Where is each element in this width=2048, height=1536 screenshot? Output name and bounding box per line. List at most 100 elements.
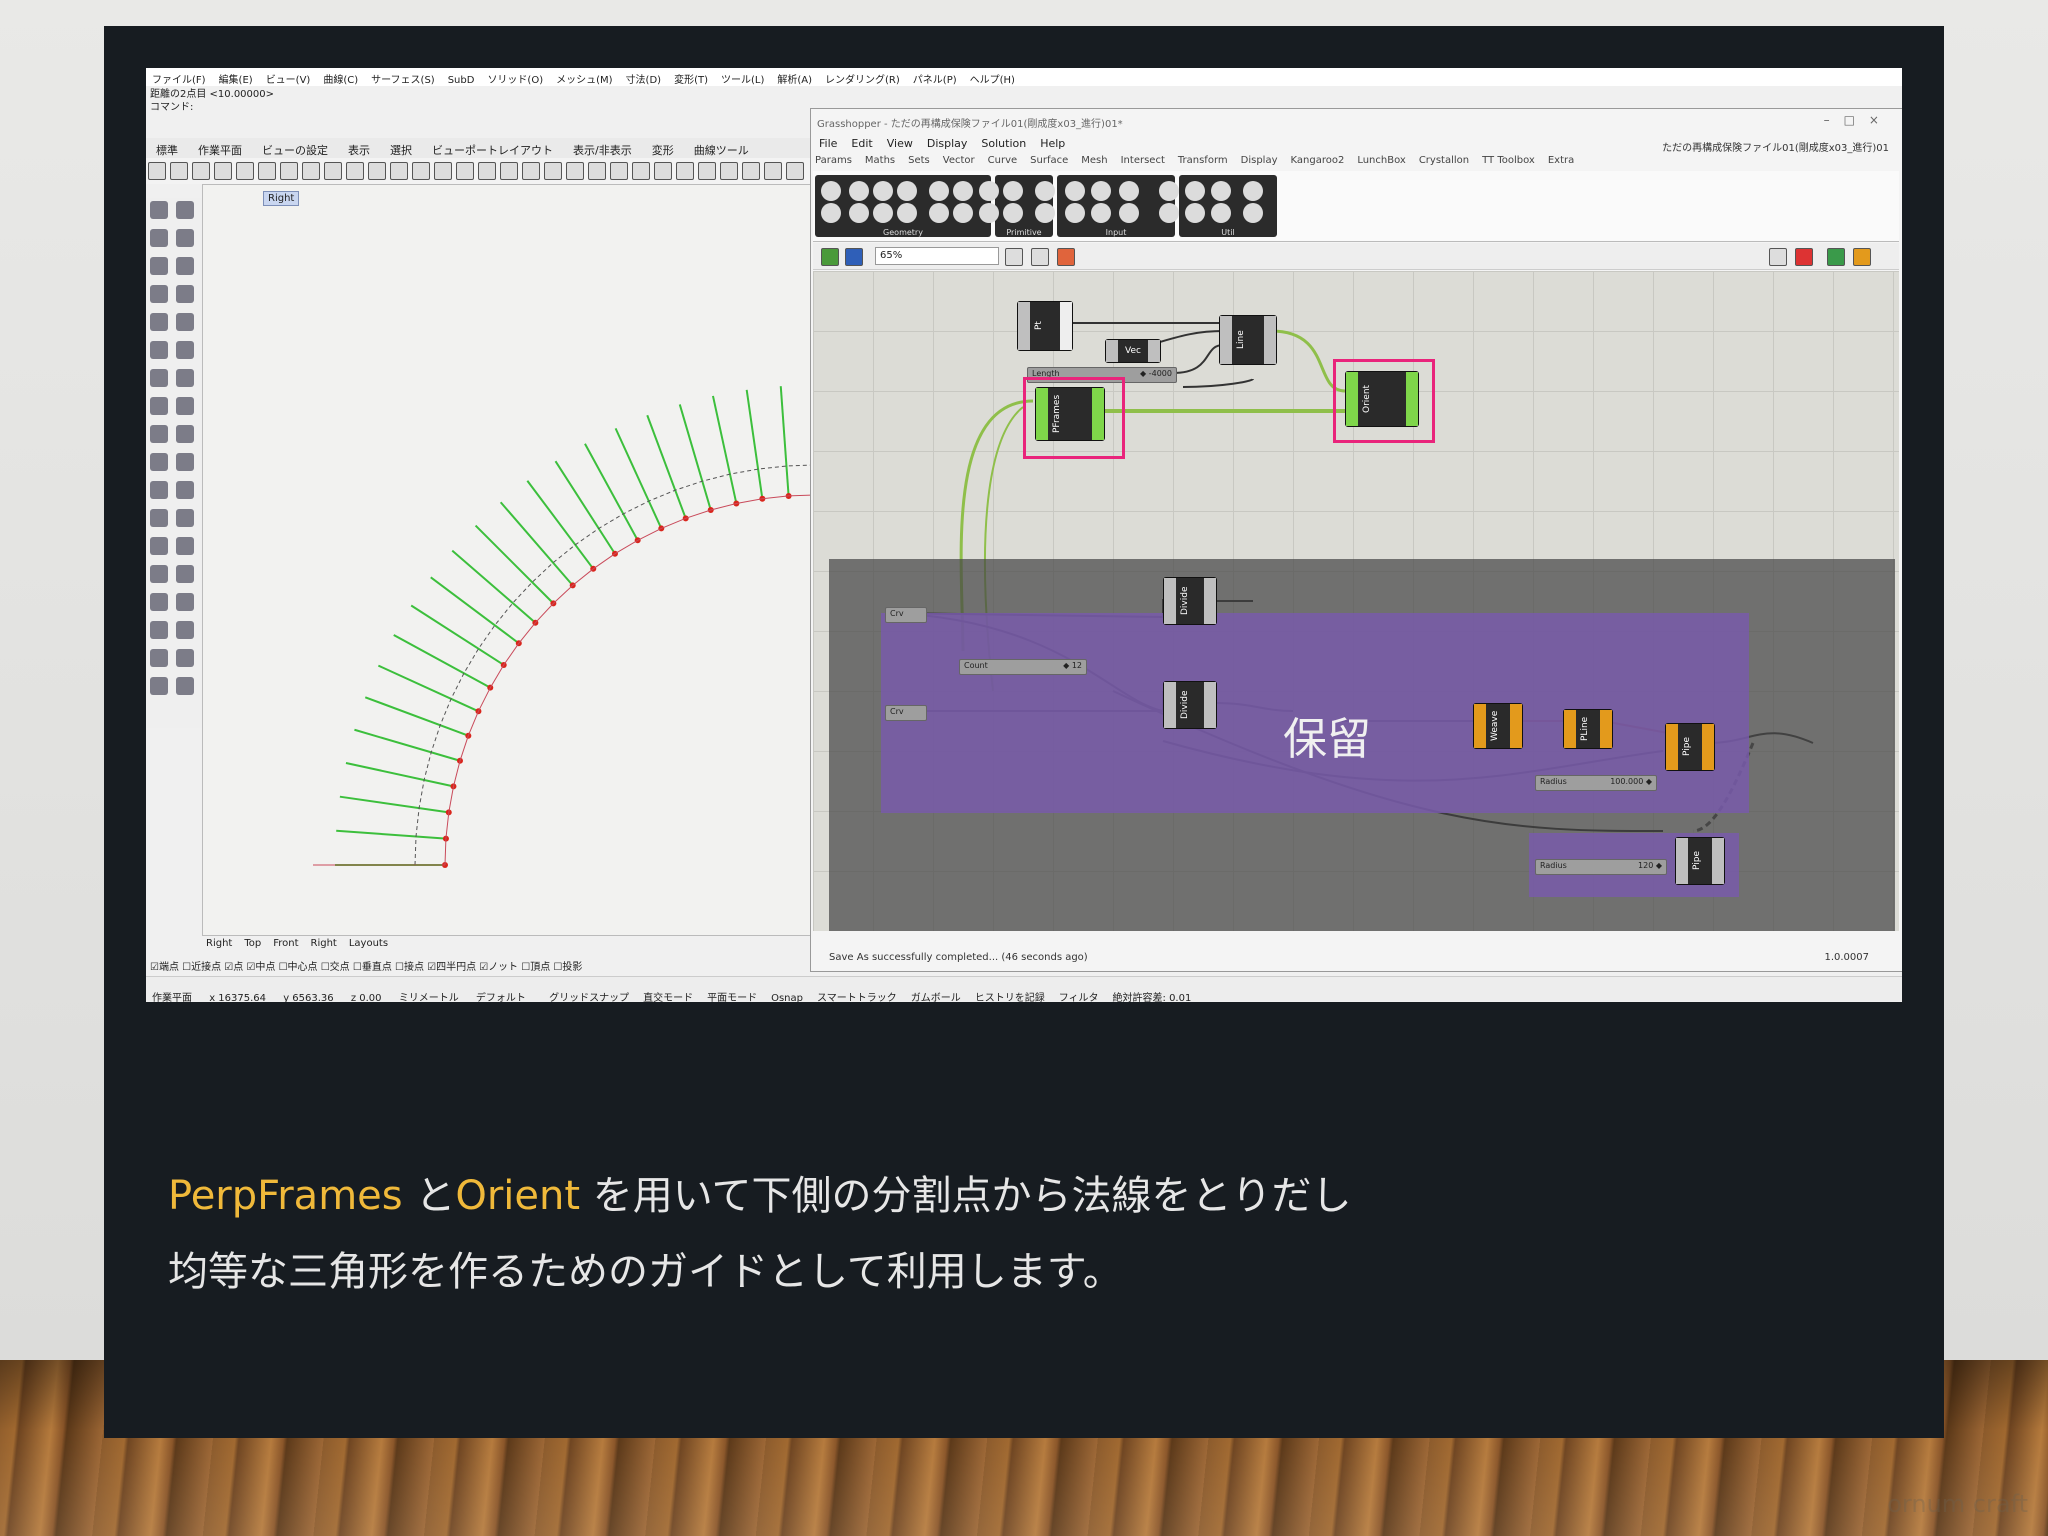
rhino-menu-item-3[interactable]: 曲線(C) — [323, 71, 358, 86]
sketch-icon[interactable] — [1005, 248, 1023, 266]
status-toggle-0[interactable]: グリッドスナップ — [549, 989, 629, 1002]
side-tool-icon[interactable] — [150, 621, 168, 639]
rhino-tab-8[interactable]: 曲線ツール — [694, 142, 749, 158]
rhino-menu-item-11[interactable]: 解析(A) — [777, 71, 812, 86]
rhino-tab-2[interactable]: ビューの設定 — [262, 142, 328, 158]
gh-tab-14[interactable]: Extra — [1548, 155, 1574, 166]
toolbar-tool-icon[interactable] — [148, 162, 166, 180]
status-toggle-2[interactable]: 平面モード — [707, 989, 757, 1002]
rhino-menu-item-5[interactable]: SubD — [448, 75, 475, 86]
gh-tab-8[interactable]: Transform — [1178, 155, 1228, 166]
side-tool-icon[interactable] — [176, 425, 194, 443]
toolbar-tool-icon[interactable] — [522, 162, 540, 180]
status-layer[interactable]: デフォルト — [476, 989, 526, 1002]
toolbar-tool-icon[interactable] — [544, 162, 562, 180]
window-controls[interactable]: –□× — [1824, 113, 1893, 127]
component-button-icon[interactable] — [1159, 181, 1179, 201]
component-button-icon[interactable] — [1211, 203, 1231, 223]
gh-tab-5[interactable]: Surface — [1030, 155, 1068, 166]
shaded-preview-icon[interactable] — [1795, 248, 1813, 266]
gh-menu-item-2[interactable]: View — [887, 137, 913, 150]
side-tool-icon[interactable] — [150, 257, 168, 275]
side-tool-icon[interactable] — [176, 453, 194, 471]
component-button-icon[interactable] — [849, 181, 869, 201]
gh-tab-13[interactable]: TT Toolbox — [1482, 155, 1535, 166]
toolbar-tool-icon[interactable] — [566, 162, 584, 180]
rhino-menu-item-12[interactable]: レンダリング(R) — [825, 71, 900, 86]
toolbar-tool-icon[interactable] — [720, 162, 738, 180]
toolbar-tool-icon[interactable] — [236, 162, 254, 180]
save-file-icon[interactable] — [845, 248, 863, 266]
side-tool-icon[interactable] — [150, 565, 168, 583]
side-tool-icon[interactable] — [176, 257, 194, 275]
pipe-component-1[interactable]: Pipe — [1665, 723, 1715, 771]
component-button-icon[interactable] — [1185, 203, 1205, 223]
toolbar-tool-icon[interactable] — [368, 162, 386, 180]
rhino-tab-6[interactable]: 表示/非表示 — [573, 142, 632, 158]
status-toggle-3[interactable]: Osnap — [771, 993, 803, 1002]
gh-tab-12[interactable]: Crystallon — [1419, 155, 1469, 166]
component-button-icon[interactable] — [1243, 181, 1263, 201]
component-button-icon[interactable] — [1035, 203, 1055, 223]
divide-component-1[interactable]: Divide — [1163, 577, 1217, 625]
divide-component-2[interactable]: Divide — [1163, 681, 1217, 729]
side-tool-icon[interactable] — [150, 509, 168, 527]
rhino-menu-item-7[interactable]: メッシュ(M) — [556, 71, 612, 86]
component-button-icon[interactable] — [1065, 203, 1085, 223]
component-button-icon[interactable] — [979, 203, 999, 223]
side-tool-icon[interactable] — [150, 285, 168, 303]
rhino-menu-item-1[interactable]: 編集(E) — [219, 71, 253, 86]
gh-tab-0[interactable]: Params — [815, 155, 852, 166]
toolbar-tool-icon[interactable] — [258, 162, 276, 180]
component-button-icon[interactable] — [1119, 181, 1139, 201]
command-prompt[interactable]: コマンド: — [150, 101, 274, 114]
side-tool-icon[interactable] — [176, 621, 194, 639]
crv-param-2[interactable]: Crv — [885, 705, 927, 721]
rhino-menu-item-13[interactable]: パネル(P) — [913, 71, 957, 86]
component-button-icon[interactable] — [1003, 203, 1023, 223]
gh-tab-6[interactable]: Mesh — [1081, 155, 1107, 166]
radius-slider-2[interactable]: Radius 120 ◆ — [1535, 859, 1667, 875]
component-button-icon[interactable] — [929, 203, 949, 223]
component-button-icon[interactable] — [821, 181, 841, 201]
side-tool-icon[interactable] — [150, 229, 168, 247]
pline-component[interactable]: PLine — [1563, 709, 1613, 749]
side-tool-icon[interactable] — [176, 229, 194, 247]
gh-tab-1[interactable]: Maths — [865, 155, 895, 166]
component-button-icon[interactable] — [897, 203, 917, 223]
toolbar-tool-icon[interactable] — [654, 162, 672, 180]
side-tool-icon[interactable] — [150, 649, 168, 667]
component-button-icon[interactable] — [873, 181, 893, 201]
rhino-menu-item-9[interactable]: 変形(T) — [674, 71, 708, 86]
status-toggle-8[interactable]: 絶対許容差: 0.01 — [1113, 989, 1192, 1002]
gh-tab-3[interactable]: Vector — [943, 155, 975, 166]
toolbar-tool-icon[interactable] — [610, 162, 628, 180]
rhino-menu-item-4[interactable]: サーフェス(S) — [371, 71, 435, 86]
gh-menu-item-3[interactable]: Display — [927, 137, 968, 150]
preview-icon[interactable] — [1769, 248, 1787, 266]
rhino-tab-3[interactable]: 表示 — [348, 142, 370, 158]
viewport-tab-0[interactable]: Right — [206, 938, 232, 949]
side-tool-icon[interactable] — [150, 677, 168, 695]
paint-icon[interactable] — [1057, 248, 1075, 266]
toolbar-tool-icon[interactable] — [324, 162, 342, 180]
side-tool-icon[interactable] — [176, 201, 194, 219]
toolbar-tool-icon[interactable] — [390, 162, 408, 180]
sphere-icon[interactable] — [1853, 248, 1871, 266]
open-file-icon[interactable] — [821, 248, 839, 266]
side-tool-icon[interactable] — [176, 369, 194, 387]
toolbar-tool-icon[interactable] — [214, 162, 232, 180]
line-component[interactable]: Line — [1219, 315, 1277, 365]
side-tool-icon[interactable] — [150, 425, 168, 443]
vec-component[interactable]: Vec — [1105, 339, 1161, 363]
pipe-component-2[interactable]: Pipe — [1675, 837, 1725, 885]
side-tool-icon[interactable] — [176, 537, 194, 555]
component-button-icon[interactable] — [1243, 203, 1263, 223]
component-button-icon[interactable] — [953, 203, 973, 223]
rhino-tab-1[interactable]: 作業平面 — [198, 142, 242, 158]
gh-tab-9[interactable]: Display — [1241, 155, 1278, 166]
viewport-tab-4[interactable]: Layouts — [349, 938, 388, 949]
gh-tab-2[interactable]: Sets — [908, 155, 930, 166]
component-button-icon[interactable] — [1091, 181, 1111, 201]
side-tool-icon[interactable] — [176, 565, 194, 583]
